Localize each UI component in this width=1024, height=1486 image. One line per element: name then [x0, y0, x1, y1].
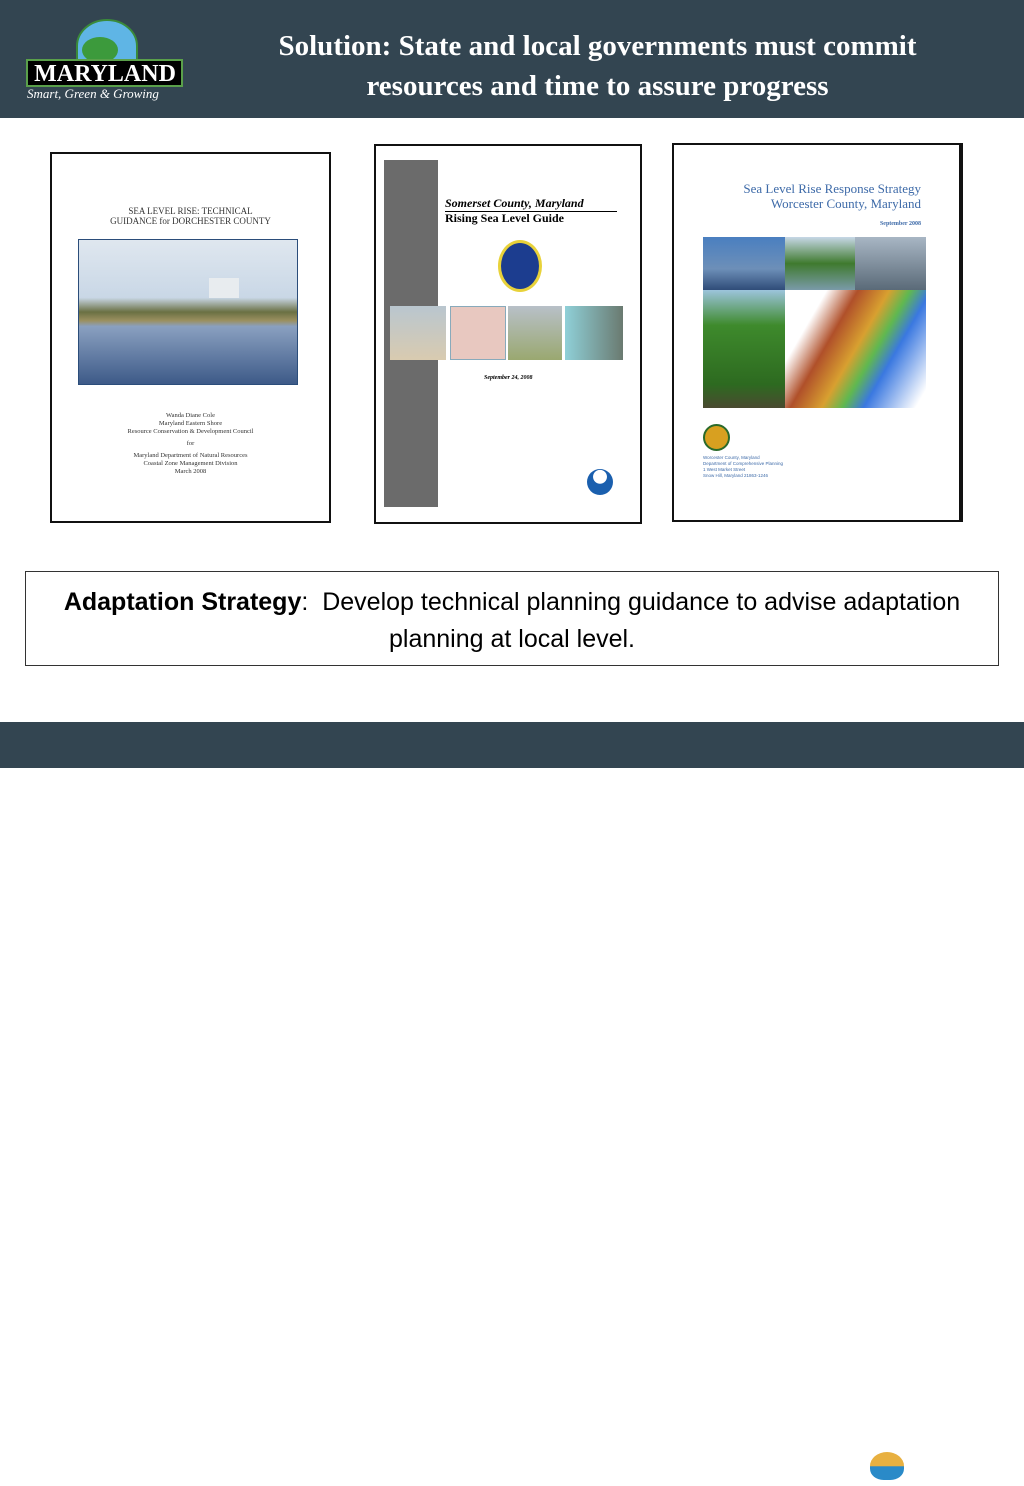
maryland-logo: MARYLAND Smart, Green & Growing: [25, 18, 185, 104]
county-seal: [703, 424, 730, 451]
caption-text: Develop technical planning guidance to a…: [308, 588, 968, 653]
dorchester-guidance-cover: SEA LEVEL RISE: TECHNICAL GUIDANCE for D…: [50, 152, 331, 523]
cover-date: March 2008: [174, 468, 207, 475]
cover-org: Resource Conservation & Development Coun…: [127, 428, 254, 435]
cover-client: Coastal Zone Management Division: [143, 460, 238, 467]
cover-date: September 24, 2008: [484, 375, 533, 381]
slide-title: Solution: State and local governments mu…: [205, 26, 990, 106]
noaa-logo: [587, 469, 613, 495]
photo-beach: [390, 306, 446, 360]
photo-houses: [703, 237, 785, 290]
dnr-line: DEPARTMENT OF: [920, 1464, 980, 1471]
dnr-line: NATURAL RESOURCES: [920, 1472, 999, 1479]
cover-title: Somerset County, Maryland: [445, 196, 617, 212]
cover-title: Sea Level Rise Response Strategy: [743, 181, 921, 196]
title-line-2: resources and time to assure progress: [366, 70, 829, 102]
photo-map: [450, 306, 506, 360]
cover-subtitle: GUIDANCE for DORCHESTER COUNTY: [110, 216, 271, 226]
cover-date: September 2008: [879, 221, 921, 227]
marsh-photo: [78, 239, 298, 385]
photo-forest: [703, 290, 785, 408]
worcester-strategy-cover: Sea Level Rise Response Strategy Worcest…: [672, 143, 963, 522]
cover-author: Wanda Diane Cole: [166, 412, 215, 419]
county-seal: [498, 240, 542, 292]
somerset-guide-cover: Somerset County, Maryland Rising Sea Lev…: [374, 144, 642, 524]
caption-heading: Adaptation Strategy: [63, 588, 302, 616]
cover-address: Snow Hill, Maryland 21863-1246: [703, 473, 769, 478]
cover-client: Maryland Department of Natural Resources: [133, 452, 248, 459]
cover-subtitle: Rising Sea Level Guide: [445, 211, 565, 225]
logo-tagline: Smart, Green & Growing: [27, 86, 159, 101]
footer: MARYLAND DEPARTMENT OF NATURAL RESOURCES: [0, 722, 1024, 1480]
photo-aerial: [565, 306, 623, 360]
title-line-1: Solution: State and local governments mu…: [278, 30, 917, 62]
dnr-emblem-icon: [870, 1452, 904, 1480]
svg-text:MARYLAND: MARYLAND: [34, 61, 176, 87]
photo-pier: [508, 306, 562, 360]
dnr-logo: MARYLAND DEPARTMENT OF NATURAL RESOURCES: [868, 1446, 1008, 1486]
dnr-name: MARYLAND: [908, 1449, 982, 1464]
photo-water: [855, 237, 926, 290]
cover-subtitle: Worcester County, Maryland: [770, 196, 921, 211]
cover-for: for: [186, 440, 195, 447]
elevation-map: [785, 290, 926, 408]
header: MARYLAND Smart, Green & Growing Solution…: [0, 0, 1024, 118]
cover-title: SEA LEVEL RISE: TECHNICAL: [128, 206, 253, 216]
cover-org: Maryland Eastern Shore: [158, 420, 223, 427]
caption-box: Adaptation Strategy: Develop technical p…: [25, 571, 999, 666]
photo-trees: [785, 237, 855, 290]
